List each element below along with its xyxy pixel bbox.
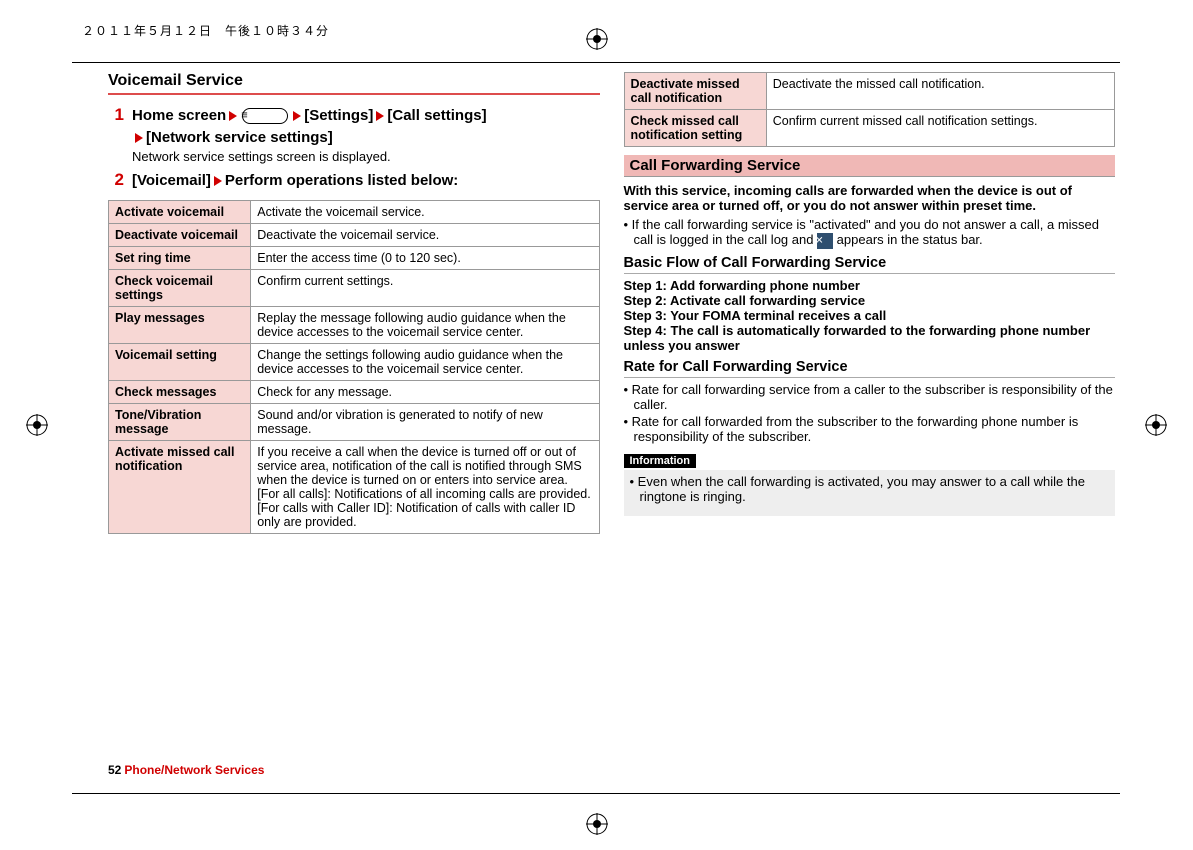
table-value: Check for any message. bbox=[251, 381, 599, 404]
table-key: Check missed call notification setting bbox=[624, 110, 766, 147]
page-footer: 52Phone/Network Services bbox=[108, 763, 264, 777]
table-key: Deactivate missed call notification bbox=[624, 73, 766, 110]
table-key: Activate missed call notification bbox=[109, 441, 251, 534]
table-row: Deactivate missed call notificationDeact… bbox=[624, 73, 1115, 110]
table-key: Check voicemail settings bbox=[109, 270, 251, 307]
step-text: Perform operations listed below: bbox=[225, 172, 458, 189]
flow-step: Step 2: Activate call forwarding service bbox=[624, 293, 1116, 308]
table-row: Deactivate voicemailDeactivate the voice… bbox=[109, 224, 600, 247]
arrow-right-icon bbox=[229, 111, 237, 121]
basic-flow-steps: Step 1: Add forwarding phone number Step… bbox=[624, 278, 1116, 353]
voicemail-service-heading: Voicemail Service bbox=[108, 72, 600, 95]
arrow-right-icon bbox=[214, 176, 222, 186]
flow-step: Step 3: Your FOMA terminal receives a ca… bbox=[624, 308, 1116, 323]
content-columns: Voicemail Service 1 Home screen [Settings]… bbox=[108, 72, 1115, 534]
arrow-right-icon bbox=[376, 111, 384, 121]
table-row: Play messagesReplay the message followin… bbox=[109, 307, 600, 344]
page-root: ２０１１年５月１２日 午後１０時３４分 Voicemail Service 1H… bbox=[0, 0, 1193, 850]
table-value: Activate the voicemail service. bbox=[251, 201, 599, 224]
flow-step: Step 4: The call is automatically forwar… bbox=[624, 323, 1116, 353]
print-timestamp: ２０１１年５月１２日 午後１０時３４分 bbox=[82, 22, 329, 39]
table-row: Voicemail settingChange the settings fol… bbox=[109, 344, 600, 381]
list-item: If the call forwarding service is "activ… bbox=[624, 217, 1116, 249]
arrow-right-icon bbox=[135, 133, 143, 143]
call-forwarding-heading: Call Forwarding Service bbox=[624, 155, 1116, 177]
right-column: Deactivate missed call notificationDeact… bbox=[624, 72, 1116, 534]
table-value: Deactivate the voicemail service. bbox=[251, 224, 599, 247]
table-row: Check messagesCheck for any message. bbox=[109, 381, 600, 404]
left-column: Voicemail Service 1 Home screen [Settings]… bbox=[108, 72, 600, 534]
registration-mark-icon bbox=[586, 28, 608, 50]
info-list: Even when the call forwarding is activat… bbox=[630, 474, 1110, 504]
step-text: [Call settings] bbox=[387, 107, 486, 124]
basic-flow-heading: Basic Flow of Call Forwarding Service bbox=[624, 255, 1116, 274]
step-text: [Network service settings] bbox=[146, 129, 333, 146]
step-text: [Voicemail] bbox=[132, 172, 211, 189]
table-row: Check voicemail settingsConfirm current … bbox=[109, 270, 600, 307]
step-subtext: Network service settings screen is displ… bbox=[132, 149, 600, 164]
menu-key-icon bbox=[242, 108, 288, 124]
information-box: Even when the call forwarding is activat… bbox=[624, 470, 1116, 516]
table-row: Set ring timeEnter the access time (0 to… bbox=[109, 247, 600, 270]
table-row: Tone/Vibration messageSound and/or vibra… bbox=[109, 404, 600, 441]
procedure-step-1: 1Home screen[Settings][Call settings] bbox=[132, 105, 600, 125]
rate-heading: Rate for Call Forwarding Service bbox=[624, 359, 1116, 378]
page-section-name: Phone/Network Services bbox=[124, 763, 264, 777]
step-text: [Settings] bbox=[304, 107, 373, 124]
service-description: With this service, incoming calls are fo… bbox=[624, 183, 1116, 213]
list-item: Even when the call forwarding is activat… bbox=[630, 474, 1110, 504]
table-key: Check messages bbox=[109, 381, 251, 404]
registration-mark-icon bbox=[586, 813, 608, 835]
list-item: Rate for call forwarding service from a … bbox=[624, 382, 1116, 412]
table-value: Confirm current missed call notification… bbox=[766, 110, 1114, 147]
table-value: Deactivate the missed call notification. bbox=[766, 73, 1114, 110]
table-value: If you receive a call when the device is… bbox=[251, 441, 599, 534]
step-text: Home screen bbox=[132, 107, 226, 124]
step-number: 2 bbox=[108, 170, 124, 190]
table-value: Change the settings following audio guid… bbox=[251, 344, 599, 381]
page-number: 52 bbox=[108, 763, 121, 777]
table-value: Enter the access time (0 to 120 sec). bbox=[251, 247, 599, 270]
bottom-frame-line bbox=[72, 793, 1120, 794]
information-tag: Information bbox=[624, 454, 697, 468]
registration-mark-icon bbox=[26, 414, 48, 436]
list-item: Rate for call forwarded from the subscri… bbox=[624, 414, 1116, 444]
rate-list: Rate for call forwarding service from a … bbox=[624, 382, 1116, 444]
table-row: Check missed call notification settingCo… bbox=[624, 110, 1115, 147]
table-key: Play messages bbox=[109, 307, 251, 344]
table-key: Tone/Vibration message bbox=[109, 404, 251, 441]
step-number-blank bbox=[108, 127, 124, 147]
missed-call-icon bbox=[817, 233, 833, 249]
voicemail-options-table-cont: Deactivate missed call notificationDeact… bbox=[624, 72, 1116, 147]
voicemail-options-table: Activate voicemailActivate the voicemail… bbox=[108, 200, 600, 534]
top-frame-line bbox=[72, 62, 1120, 63]
step-number: 1 bbox=[108, 105, 124, 125]
table-key: Set ring time bbox=[109, 247, 251, 270]
table-row: Activate missed call notificationIf you … bbox=[109, 441, 600, 534]
table-row: Activate voicemailActivate the voicemail… bbox=[109, 201, 600, 224]
procedure-step-2: 2[Voicemail]Perform operations listed be… bbox=[132, 170, 600, 190]
table-key: Voicemail setting bbox=[109, 344, 251, 381]
registration-mark-icon bbox=[1145, 414, 1167, 436]
table-key: Deactivate voicemail bbox=[109, 224, 251, 247]
note-text-post: appears in the status bar. bbox=[833, 232, 983, 247]
table-value: Sound and/or vibration is generated to n… bbox=[251, 404, 599, 441]
table-value: Confirm current settings. bbox=[251, 270, 599, 307]
arrow-right-icon bbox=[293, 111, 301, 121]
procedure-step-1-cont: [Network service settings] bbox=[132, 127, 600, 147]
table-key: Activate voicemail bbox=[109, 201, 251, 224]
table-value: Replay the message following audio guida… bbox=[251, 307, 599, 344]
note-list: If the call forwarding service is "activ… bbox=[624, 217, 1116, 249]
flow-step: Step 1: Add forwarding phone number bbox=[624, 278, 1116, 293]
